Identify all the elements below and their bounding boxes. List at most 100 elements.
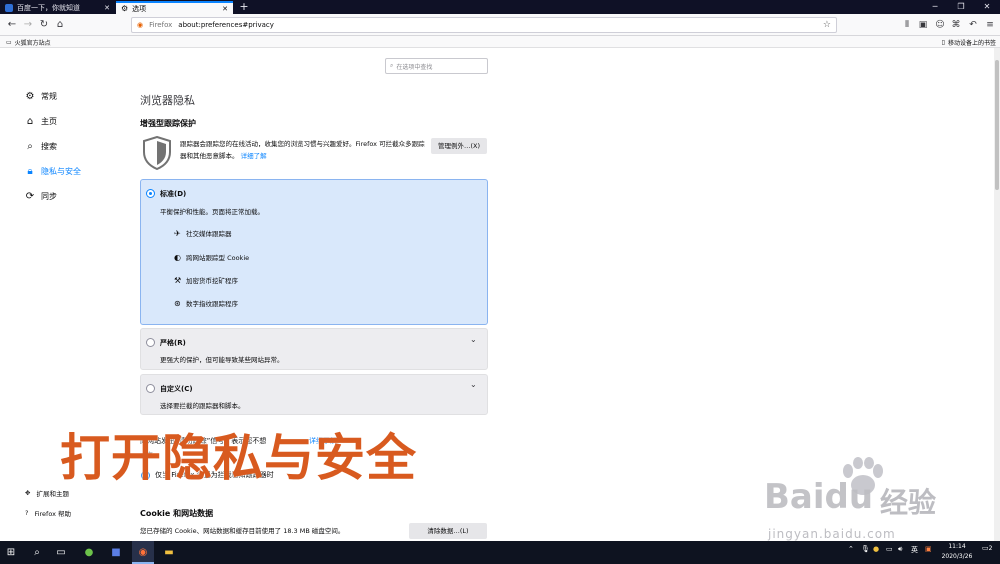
minimize-button[interactable]: ─: [922, 0, 948, 14]
tab-baidu[interactable]: 百度一下，你就知道 ✕: [0, 1, 115, 14]
sidebar-item-label: 常规: [41, 92, 57, 101]
folder-icon: ▭: [6, 39, 12, 46]
etp-description-text: 跟踪器会跟踪您的在线活动，收集您的浏览习惯与兴趣爱好。Firefox 可拦截众多…: [180, 140, 425, 160]
cryptominer-icon: ⚒: [174, 275, 182, 285]
fingerprint-icon: ⊛: [174, 298, 181, 308]
baidu-watermark: Baidu 经验 jingyan.baidu.com: [760, 455, 995, 545]
sidebar-icon[interactable]: ▣: [916, 17, 930, 33]
chevron-down-icon[interactable]: ⌄: [470, 380, 477, 389]
tab-title: 百度一下，你就知道: [17, 3, 80, 12]
account-icon[interactable]: ☺: [933, 17, 947, 33]
search-input[interactable]: ⌕ 在选项中查找: [385, 58, 488, 74]
bookmark-item[interactable]: ▭ 火狐官方站点: [6, 38, 51, 47]
cookie-heading: Cookie 和网站数据: [140, 509, 214, 518]
restore-button[interactable]: ❐: [948, 0, 974, 14]
extension-icon[interactable]: ⌘: [949, 17, 963, 33]
lock-icon: 🔒︎: [27, 166, 33, 177]
sidebar-item-label: 搜索: [41, 142, 57, 151]
learn-more-link[interactable]: 详细了解: [241, 152, 267, 160]
search-icon: ⌕: [390, 62, 394, 69]
tab-options[interactable]: ⚙ 选项 ✕: [116, 1, 233, 14]
mobile-bookmarks[interactable]: ▯ 移动设备上的书签: [942, 38, 996, 47]
feature-label: 加密货币挖矿程序: [186, 277, 238, 285]
strict-title: 严格(R): [160, 339, 186, 347]
windows-start-icon[interactable]: ⊞: [0, 541, 22, 564]
feature-item: ⊛ 数字指纹跟踪程序: [174, 298, 238, 309]
close-window-button[interactable]: ✕: [974, 0, 1000, 14]
chevron-up-icon[interactable]: ⌃: [848, 545, 854, 553]
sidebar-item-general[interactable]: ⚙ 常规: [24, 91, 57, 102]
custom-title: 自定义(C): [160, 385, 193, 393]
microphone-icon[interactable]: 🎙︎: [861, 545, 870, 553]
undo-icon[interactable]: ↶: [966, 17, 980, 33]
search-placeholder: 在选项中查找: [396, 63, 433, 71]
standard-desc: 平衡保护和性能。页面将正常加载。: [160, 208, 264, 216]
notification-icon[interactable]: ▭2: [982, 544, 992, 552]
feature-item: ✈ 社交媒体跟踪器: [174, 228, 232, 239]
url-bar[interactable]: ◉ Firefox about:preferences#privacy ☆: [131, 17, 837, 33]
tray-app2-icon[interactable]: ▣: [925, 545, 932, 553]
strict-radio[interactable]: [146, 338, 155, 347]
strict-desc: 更强大的保护，但可能导致某些网站异常。: [160, 356, 284, 364]
baidu-favicon-icon: [5, 3, 13, 12]
url-text[interactable]: about:preferences#privacy: [178, 21, 274, 29]
sidebar-item-privacy[interactable]: 🔒︎ 隐私与安全: [24, 166, 81, 177]
social-tracker-icon: ✈: [174, 228, 181, 238]
cookie-icon: ◐: [174, 252, 181, 262]
clock-time: 11:14: [948, 543, 966, 550]
forward-button[interactable]: →: [20, 17, 36, 33]
search-icon[interactable]: ⌕: [26, 541, 48, 564]
new-tab-button[interactable]: +: [237, 0, 251, 14]
feature-item: ◐ 跨网站跟踪型 Cookie: [174, 252, 250, 263]
watermark-brand: Baidu: [764, 477, 874, 517]
search-icon: ⌕: [27, 141, 33, 152]
file-explorer-icon[interactable]: ▬: [158, 541, 180, 564]
home-button[interactable]: ⌂: [52, 17, 68, 33]
sidebar-item-help[interactable]: ? Firefox 帮助: [25, 508, 71, 518]
reload-button[interactable]: ↻: [36, 17, 52, 33]
tray-app-icon[interactable]: ●: [873, 545, 879, 553]
library-icon[interactable]: ⫴: [900, 17, 914, 33]
standard-radio[interactable]: [146, 189, 155, 198]
shield-icon: [143, 136, 171, 170]
firefox-taskbar-icon[interactable]: ◉: [132, 541, 154, 564]
sidebar-item-label: 主页: [41, 117, 57, 126]
close-icon[interactable]: ✕: [104, 4, 110, 12]
manage-exceptions-button[interactable]: 管理例外…(X): [431, 138, 487, 154]
sidebar-item-home[interactable]: ⌂ 主页: [24, 116, 57, 127]
notification-count: 2: [988, 545, 993, 552]
watermark-url: jingyan.baidu.com: [768, 527, 896, 541]
back-button[interactable]: ←: [4, 17, 20, 33]
gear-icon: ⚙: [121, 4, 129, 13]
task-view-icon[interactable]: ▭: [50, 541, 72, 564]
app-blue-icon[interactable]: ■: [105, 541, 127, 564]
page-title: 浏览器隐私: [140, 94, 195, 107]
bookmark-label: 火狐官方站点: [14, 40, 51, 47]
overlay-caption: 打开隐私与安全: [60, 429, 417, 487]
clock-date: 2020/3/26: [941, 553, 973, 560]
ime-indicator[interactable]: 英: [911, 545, 918, 555]
clock[interactable]: 11:14 2020/3/26: [940, 542, 974, 562]
sidebar-item-label: 隐私与安全: [41, 167, 81, 176]
chevron-down-icon[interactable]: ⌄: [470, 335, 477, 344]
volume-icon[interactable]: 🔊︎: [898, 545, 902, 554]
sidebar-item-sync[interactable]: ⟳ 同步: [24, 191, 57, 202]
bookmarks-toolbar: [0, 36, 1000, 48]
etp-description: 跟踪器会跟踪您的在线活动，收集您的浏览习惯与兴趣爱好。Firefox 可拦截众多…: [180, 138, 425, 162]
app-360-icon[interactable]: ●: [78, 541, 100, 564]
scrollbar-thumb[interactable]: [995, 60, 999, 190]
sidebar-item-search[interactable]: ⌕ 搜索: [24, 141, 57, 152]
url-identity-label: Firefox: [149, 21, 173, 29]
feature-label: 社交媒体跟踪器: [186, 230, 232, 238]
menu-icon[interactable]: ≡: [983, 17, 997, 33]
network-icon[interactable]: ▭: [886, 545, 893, 553]
custom-radio[interactable]: [146, 384, 155, 393]
star-icon[interactable]: ☆: [823, 20, 831, 30]
puzzle-icon: ✥: [25, 489, 31, 497]
clear-data-button[interactable]: 清除数据…(L): [409, 523, 487, 539]
standard-title: 标准(D): [160, 190, 187, 198]
close-icon[interactable]: ✕: [222, 5, 228, 13]
custom-desc: 选择要拦截的跟踪器和脚本。: [160, 402, 245, 410]
phone-icon: ▯: [941, 39, 945, 46]
feature-label: 跨网站跟踪型 Cookie: [186, 254, 250, 262]
